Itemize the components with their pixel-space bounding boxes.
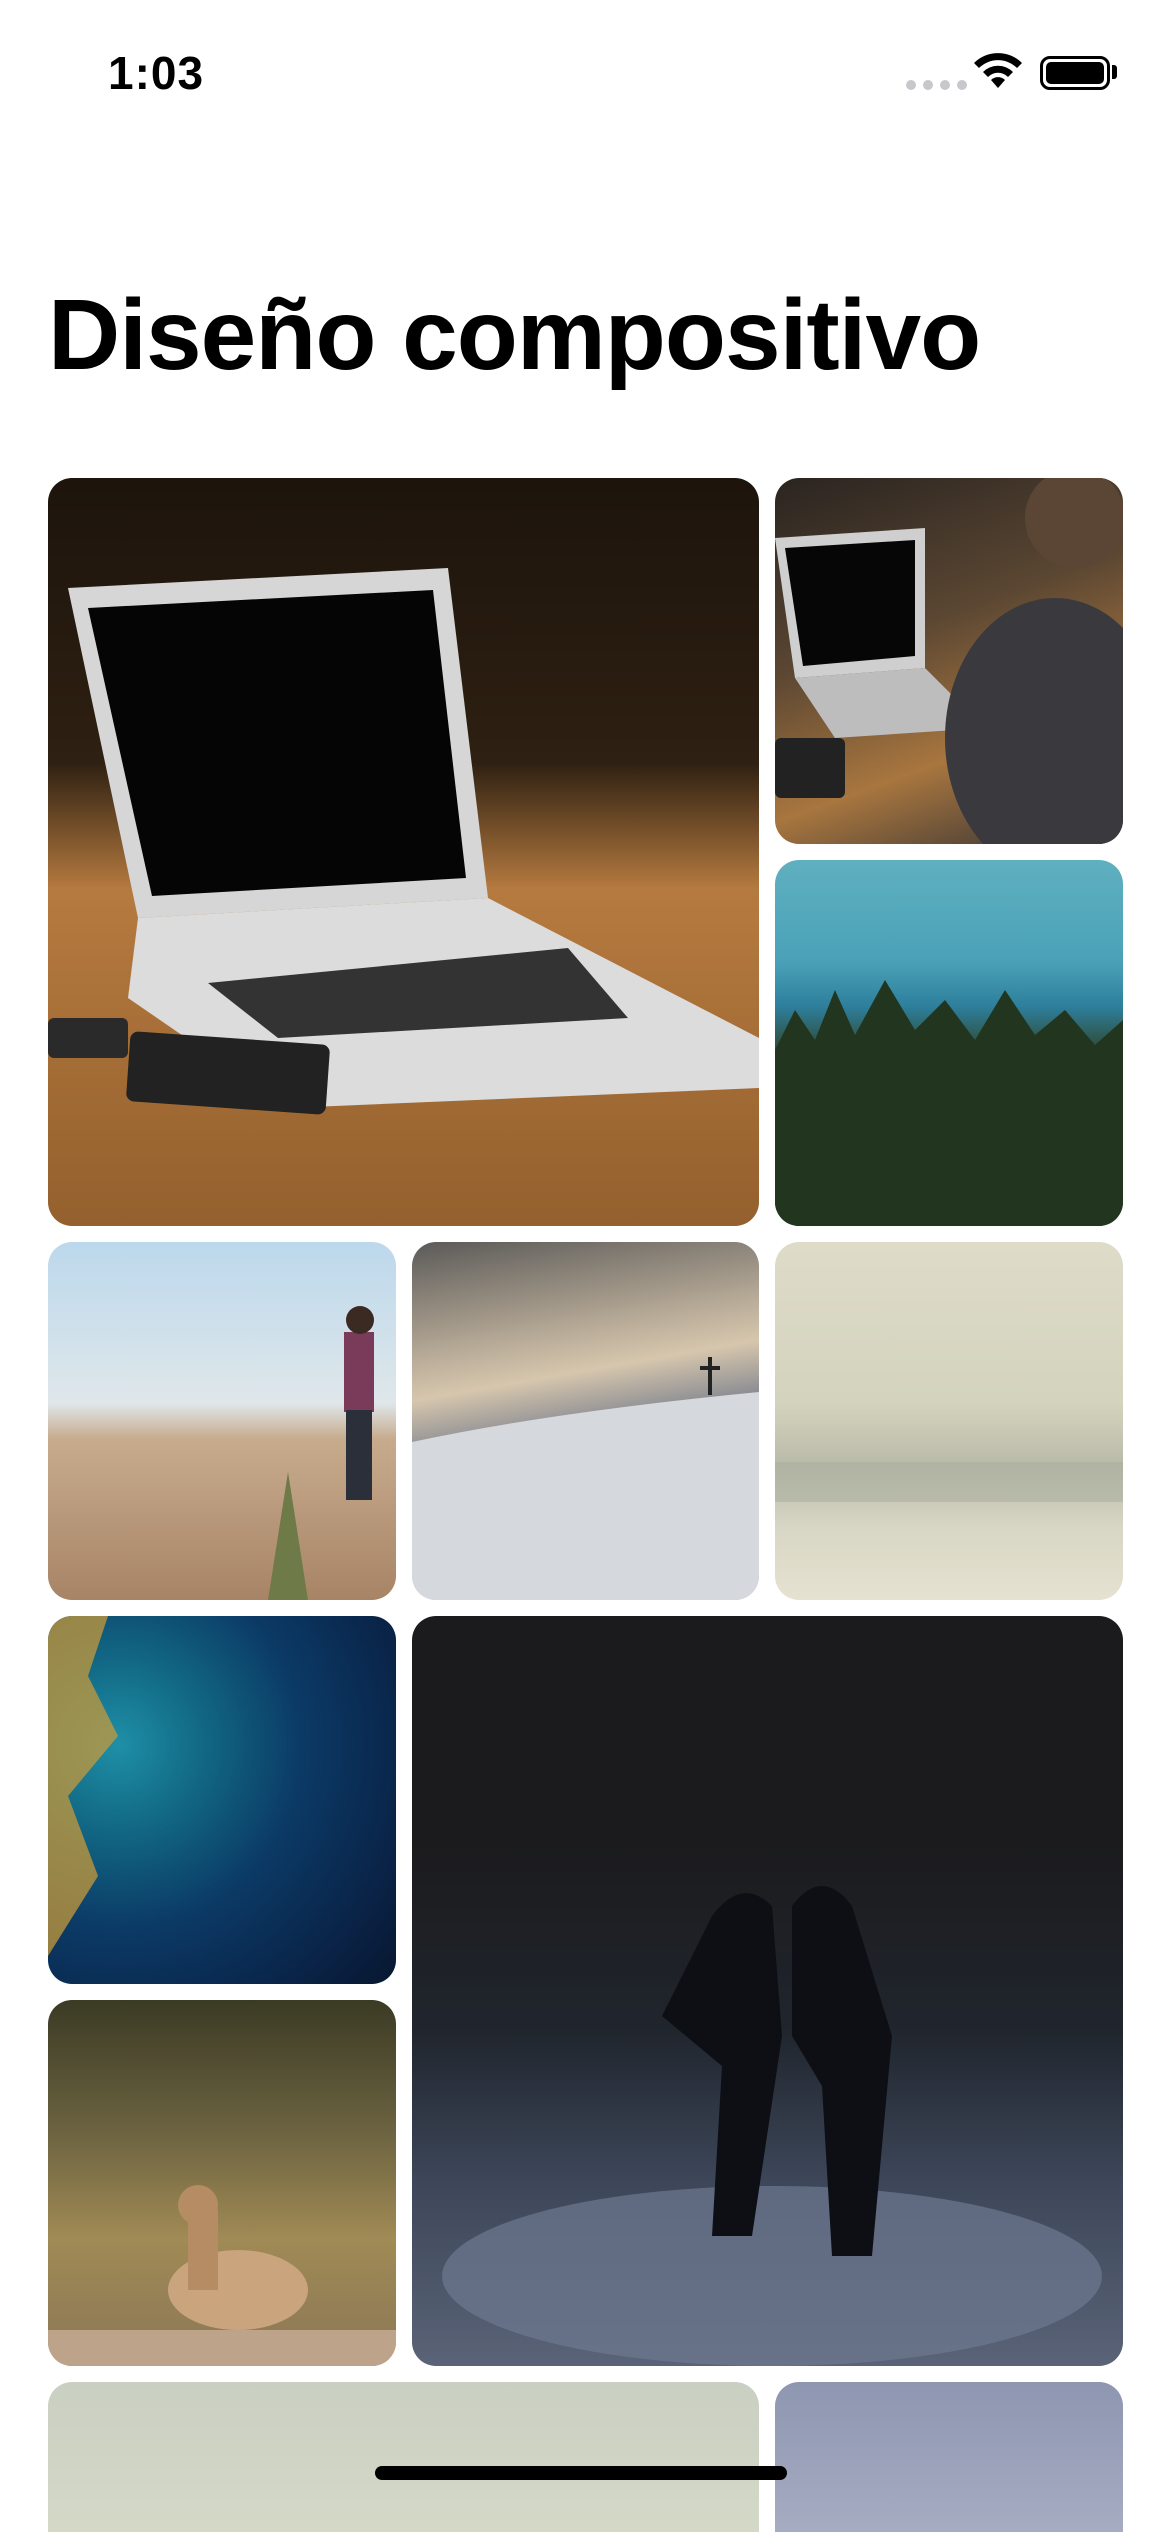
photo-crowded-beach[interactable] <box>775 1242 1123 1600</box>
cellular-signal-icon <box>906 80 967 90</box>
status-time: 1:03 <box>108 47 205 99</box>
photo-deer-forest[interactable] <box>48 2000 396 2366</box>
app-screen: 1:03 Diseño compositivo <box>0 0 1170 2532</box>
photo-snowy-hill-cross[interactable] <box>412 1242 759 1600</box>
battery-cap <box>1112 65 1117 79</box>
photo-beach-man-child[interactable] <box>48 1242 396 1600</box>
home-indicator[interactable] <box>375 2466 787 2480</box>
wifi-icon <box>970 48 1026 92</box>
photo-person-typing[interactable] <box>775 478 1123 844</box>
photo-laptop-on-desk[interactable] <box>48 478 759 1226</box>
photo-partial-bottom-left[interactable] <box>48 2382 759 2532</box>
page-title: Diseño compositivo <box>48 279 981 391</box>
photo-aerial-earth[interactable] <box>48 1616 396 1984</box>
photo-partial-bottom-right[interactable] <box>775 2382 1123 2532</box>
photo-forest-sea[interactable] <box>775 860 1123 1226</box>
photo-couple-kissing-snow[interactable] <box>412 1616 1123 2366</box>
battery-icon <box>1040 56 1110 90</box>
